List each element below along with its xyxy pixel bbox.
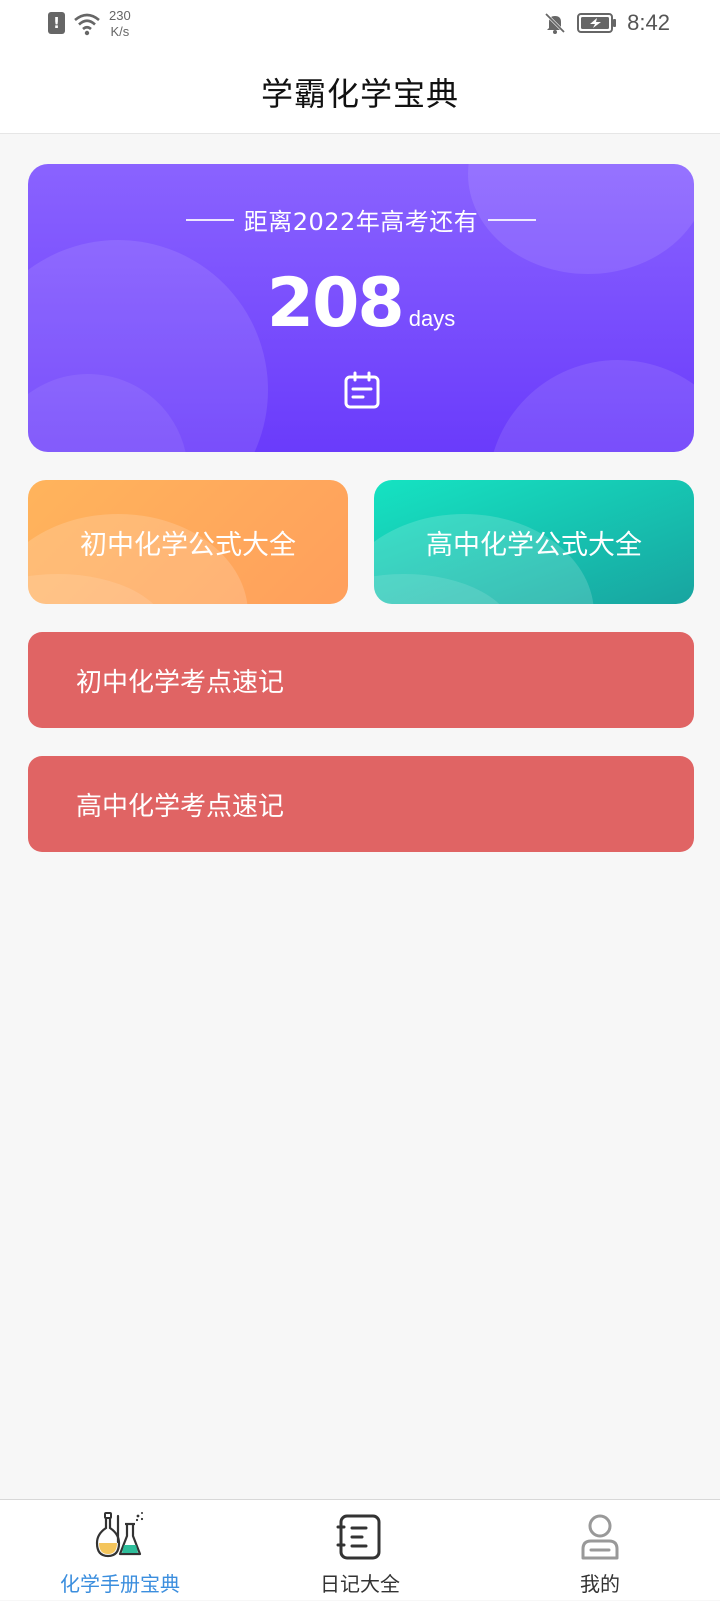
status-left: 230 K/s: [48, 8, 131, 40]
status-right: 8:42: [543, 10, 670, 36]
bell-off-icon: [545, 12, 566, 34]
tab-diary[interactable]: 日记大全: [260, 1500, 460, 1601]
net-speed-unit: K/s: [110, 24, 130, 39]
sim-alert-icon: [48, 12, 65, 34]
junior-formula-card[interactable]: 初中化学公式大全: [28, 480, 348, 604]
exam-countdown-card[interactable]: 距离2022年高考还有 208 days: [28, 164, 694, 452]
battery-charging-icon: [577, 13, 617, 33]
junior-memo-card[interactable]: 初中化学考点速记: [28, 632, 694, 728]
senior-formula-card[interactable]: 高中化学公式大全: [374, 480, 694, 604]
page-title: 学霸化学宝典: [260, 74, 459, 113]
divider-line: [185, 218, 234, 221]
calendar-icon[interactable]: [342, 370, 382, 410]
senior-memo-label: 高中化学考点速记: [76, 791, 285, 822]
tab-chemistry-handbook[interactable]: 化学手册宝典: [20, 1500, 220, 1601]
countdown-label-row: 距离2022年高考还有: [28, 202, 694, 237]
divider-line: [488, 218, 537, 221]
tab-label: 日记大全: [320, 1572, 400, 1596]
countdown-label: 距离2022年高考还有: [243, 208, 479, 236]
decor-bubble: [488, 360, 694, 452]
countdown-unit: days: [408, 306, 456, 331]
status-bar: 230 K/s 8:42: [0, 0, 720, 50]
senior-formula-label: 高中化学公式大全: [426, 529, 642, 561]
bottom-tab-bar: 化学手册宝典 日记大全 我的: [0, 1499, 720, 1600]
net-speed: 230 K/s: [109, 8, 131, 40]
notebook-icon: [336, 1514, 381, 1560]
senior-memo-card[interactable]: 高中化学考点速记: [28, 756, 694, 852]
clock: 8:42: [627, 10, 670, 35]
user-icon: [581, 1514, 619, 1560]
junior-formula-label: 初中化学公式大全: [80, 529, 296, 561]
flask-icon: [95, 1512, 144, 1558]
junior-memo-label: 初中化学考点速记: [76, 667, 285, 698]
countdown-value: 208 days: [28, 264, 694, 343]
countdown-days: 208: [266, 264, 405, 343]
app-header: 学霸化学宝典: [0, 50, 720, 134]
tab-label: 我的: [580, 1572, 620, 1596]
net-speed-value: 230: [109, 8, 131, 23]
tab-label: 化学手册宝典: [60, 1572, 180, 1596]
wifi-icon: [74, 13, 100, 36]
tab-mine[interactable]: 我的: [500, 1500, 700, 1601]
